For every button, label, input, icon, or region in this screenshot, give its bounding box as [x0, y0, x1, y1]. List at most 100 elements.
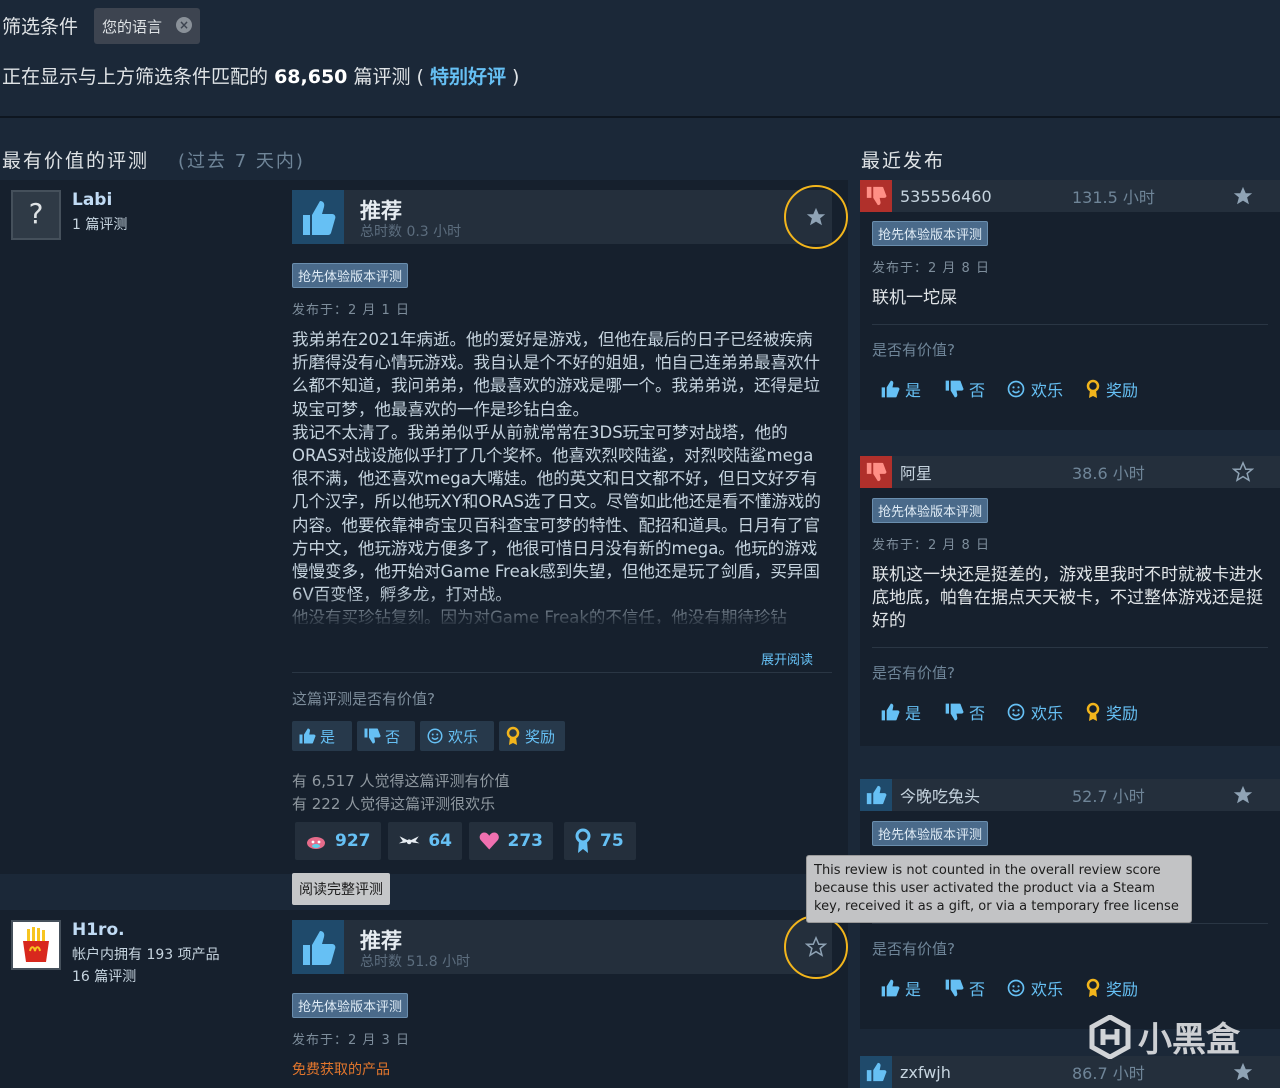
vote-no-label: 否 [969, 381, 986, 400]
vote-no-button[interactable]: 否 [357, 721, 415, 751]
vote-no-label: 否 [969, 704, 986, 723]
vote-funny-button[interactable]: 欢乐 [1006, 377, 1063, 401]
thumbs-up-icon [881, 380, 900, 398]
star-icon[interactable] [784, 185, 848, 249]
recent-review-header[interactable]: 阿星 38.6 小时 [860, 456, 1280, 488]
recent-review-header[interactable]: 535556460 131.5 小时 [860, 180, 1280, 212]
vote-funny-button[interactable]: 欢乐 [1006, 976, 1063, 1000]
award-heart[interactable]: 273 [469, 822, 553, 860]
star-icon[interactable] [1232, 1061, 1254, 1083]
star-outline-icon[interactable] [784, 915, 848, 979]
posted-date: 发布于：2 月 3 日 [292, 1033, 410, 1048]
vote-funny-button[interactable]: 欢乐 [1006, 700, 1063, 724]
helpful-question: 是否有价值? [872, 940, 955, 958]
recent-review-header[interactable]: 今晚吃兔头 52.7 小时 [860, 779, 1280, 811]
remove-filter-icon[interactable]: × [176, 17, 192, 33]
thumbs-down-icon [860, 456, 892, 488]
playtime: 总时数 0.3 小时 [360, 224, 462, 240]
award-ribbon[interactable]: 75 [564, 822, 636, 860]
vote-funny-label: 欢乐 [1031, 980, 1064, 999]
recent-playtime: 52.7 小时 [1072, 787, 1145, 806]
reviewer-products[interactable]: 帐户内拥有 193 项产品 [72, 944, 220, 967]
thumbs-down-icon [860, 180, 892, 212]
thumbs-up-icon [881, 703, 900, 721]
vote-funny-button[interactable]: 欢乐 [420, 721, 494, 751]
vote-yes-button[interactable]: 是 [292, 721, 352, 751]
award-button[interactable]: 奖励 [499, 721, 565, 751]
award-count: 273 [507, 831, 544, 851]
award-label: 奖励 [1106, 381, 1139, 400]
recent-playtime: 38.6 小时 [1072, 464, 1145, 483]
early-access-badge: 抢先体验版本评测 [292, 263, 409, 288]
reviewer-name[interactable]: H1ro. [72, 920, 125, 940]
thumbs-up-icon [860, 1056, 892, 1088]
language-filter-chip[interactable]: 您的语言 × [94, 8, 200, 44]
award-wholesome[interactable]: 927 [295, 822, 381, 860]
recent-reviewer-name[interactable]: 阿星 [900, 460, 1072, 484]
filter-chip-label: 您的语言 [102, 18, 163, 36]
smiley-icon [427, 728, 443, 744]
vote-no-button[interactable]: 否 [944, 377, 985, 401]
award-icon [1086, 978, 1100, 997]
star-icon[interactable] [1232, 784, 1254, 806]
divider [872, 923, 1268, 924]
helpful-section-title: 最有价值的评测 [2, 150, 150, 172]
vote-yes-label: 是 [905, 704, 922, 723]
award-button[interactable]: 奖励 [1085, 700, 1138, 724]
smiley-icon [1007, 703, 1025, 721]
vote-yes-button[interactable]: 是 [880, 700, 921, 724]
divider [872, 647, 1268, 648]
early-access-badge: 抢先体验版本评测 [872, 221, 989, 246]
award-label: 奖励 [1106, 980, 1139, 999]
vote-funny-label: 欢乐 [1031, 381, 1064, 400]
helpful-question: 是否有价值? [872, 664, 955, 682]
vote-yes-button[interactable]: 是 [880, 377, 921, 401]
funny-count: 有 222 人觉得这篇评测很欢乐 [292, 795, 496, 813]
recent-playtime: 86.7 小时 [1072, 1064, 1145, 1083]
award-button[interactable]: 奖励 [1085, 377, 1138, 401]
ribbon-icon [575, 828, 591, 853]
reviewer-review-count[interactable]: 1 篇评测 [72, 214, 127, 237]
early-access-badge: 抢先体验版本评测 [292, 993, 409, 1018]
thumbs-down-icon [364, 728, 381, 744]
recent-review-body: 联机这一块还是挺差的，游戏里我时不时就被卡进水底地底，帕鲁在据点天天被卡，不过整… [872, 565, 1263, 631]
vote-yes-button[interactable]: 是 [880, 976, 921, 1000]
star-icon[interactable] [1232, 185, 1254, 207]
recent-reviewer-name[interactable]: 今晚吃兔头 [900, 783, 1072, 807]
recent-reviewer-name[interactable]: 535556460 [900, 187, 1072, 206]
helpful-section-subtitle: (过去 7 天内) [178, 151, 305, 172]
vote-no-button[interactable]: 否 [944, 976, 985, 1000]
summary-close: ) [512, 66, 520, 88]
thumbs-up-icon [292, 920, 344, 974]
thumbs-up-icon [860, 779, 892, 811]
overall-rating[interactable]: 特别好评 [430, 66, 506, 88]
vote-no-button[interactable]: 否 [944, 700, 985, 724]
recent-section-title: 最近发布 [861, 150, 946, 172]
reviewer-name[interactable]: Labi [72, 190, 112, 210]
review-fade [292, 590, 832, 630]
early-access-badge: 抢先体验版本评测 [872, 821, 989, 846]
summary-prefix: 正在显示与上方筛选条件匹配的 [2, 66, 269, 88]
read-full-review-button[interactable]: 阅读完整评测 [292, 873, 390, 905]
watermark: 小黑盒 [1088, 1012, 1240, 1061]
logo-icon [1089, 1014, 1131, 1059]
recent-reviewer-name[interactable]: zxfwjh [900, 1063, 1072, 1082]
award-winged[interactable]: 64 [388, 822, 462, 860]
avatar[interactable] [11, 920, 61, 970]
thumbs-up-icon [292, 190, 344, 244]
award-count: 64 [428, 831, 452, 851]
vote-funny-label: 欢乐 [448, 727, 479, 746]
helpful-question: 这篇评测是否有价值? [292, 690, 435, 708]
star-outline-icon[interactable] [1232, 461, 1254, 483]
posted-date: 发布于：2 月 8 日 [872, 538, 990, 553]
award-label: 奖励 [525, 727, 556, 746]
fries-icon [23, 927, 49, 962]
avatar[interactable]: ? [11, 190, 61, 240]
thumbs-down-icon [945, 703, 964, 721]
reviewer-review-count[interactable]: 16 篇评测 [72, 966, 136, 989]
divider [872, 324, 1268, 325]
read-more-link[interactable]: 展开阅读 [761, 649, 813, 668]
heart-icon [479, 832, 499, 850]
posted-date: 发布于：2 月 8 日 [872, 261, 990, 276]
award-button[interactable]: 奖励 [1085, 976, 1138, 1000]
